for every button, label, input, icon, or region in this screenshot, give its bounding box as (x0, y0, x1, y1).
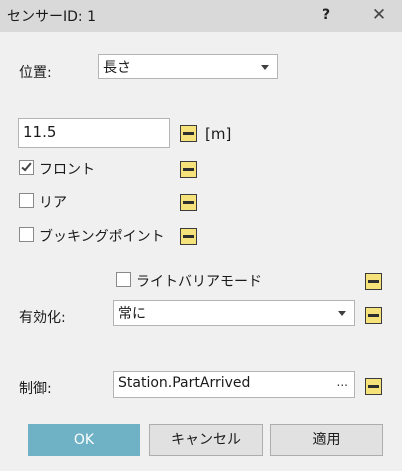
binding-icon (183, 201, 194, 204)
enable-binding-button[interactable] (365, 307, 382, 324)
control-browse-button[interactable]: ... (337, 375, 348, 389)
booking-point-checkbox[interactable] (19, 227, 34, 242)
light-barrier-label: ライトバリアモード (136, 274, 262, 290)
length-binding-button[interactable] (180, 125, 197, 142)
apply-button[interactable]: 適用 (270, 424, 383, 456)
dropdown-arrow-icon (338, 311, 346, 316)
help-button[interactable]: ? (316, 4, 336, 26)
position-combobox[interactable]: 長さ (98, 54, 278, 79)
enable-label: 有効化: (19, 310, 66, 326)
length-unit: [m] (205, 125, 232, 143)
position-label: 位置: (19, 65, 52, 81)
enable-combobox[interactable]: 常に (113, 300, 355, 326)
length-input[interactable]: 11.5 (18, 118, 170, 148)
control-value: Station.PartArrived (118, 375, 251, 391)
control-label: 制御: (19, 381, 52, 397)
binding-icon (368, 385, 379, 388)
window-title: センサーID: 1 (7, 9, 96, 25)
binding-icon (183, 132, 194, 135)
title-bar: センサーID: 1 ? ✕ (0, 0, 402, 32)
rear-binding-button[interactable] (180, 194, 197, 211)
control-binding-button[interactable] (365, 378, 382, 395)
checkmark-icon (21, 160, 32, 172)
ok-button[interactable]: OK (28, 424, 140, 456)
booking-point-binding-button[interactable] (180, 228, 197, 245)
front-checkbox[interactable] (19, 160, 34, 175)
rear-label: リア (39, 195, 67, 211)
front-binding-button[interactable] (180, 161, 197, 178)
control-input[interactable]: Station.PartArrived ... (113, 371, 355, 398)
close-button[interactable]: ✕ (368, 4, 390, 26)
binding-icon (368, 280, 379, 283)
cancel-button[interactable]: キャンセル (149, 424, 263, 456)
booking-point-label: ブッキングポイント (39, 229, 165, 245)
dropdown-arrow-icon (261, 65, 269, 70)
binding-icon (183, 235, 194, 238)
light-barrier-binding-button[interactable] (365, 273, 382, 290)
length-value: 11.5 (23, 123, 57, 141)
position-value: 長さ (103, 60, 131, 76)
light-barrier-checkbox[interactable] (116, 272, 131, 287)
front-label: フロント (39, 162, 95, 178)
binding-icon (183, 168, 194, 171)
enable-value: 常に (118, 306, 146, 322)
rear-checkbox[interactable] (19, 193, 34, 208)
binding-icon (368, 314, 379, 317)
